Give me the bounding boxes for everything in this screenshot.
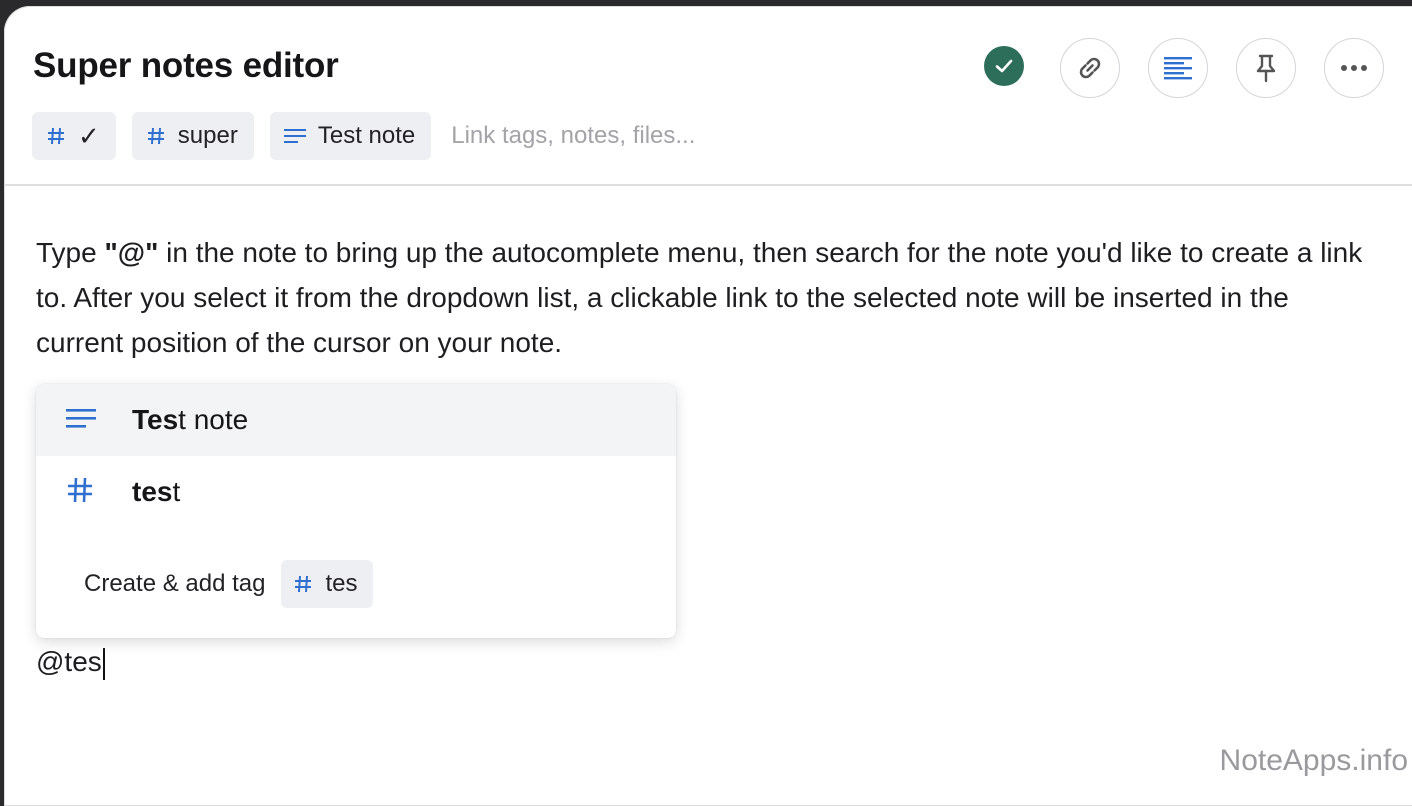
- tag-chip-check[interactable]: ✓: [32, 112, 116, 160]
- autocomplete-menu: Test note test Create & add tag tes: [36, 384, 676, 638]
- more-icon: [1341, 65, 1367, 71]
- align-left-icon: [1164, 57, 1192, 80]
- body-text-bold: "@": [104, 237, 159, 268]
- editor-window: Super notes editor ✓ super Test note Lin…: [4, 6, 1412, 806]
- check-circle-icon: [984, 46, 1024, 86]
- autocomplete-item-tag-test[interactable]: test: [36, 456, 676, 528]
- chip-label: super: [177, 122, 238, 149]
- note-body[interactable]: Type "@" in the note to bring up the aut…: [36, 230, 1376, 365]
- typed-line[interactable]: @tes: [36, 642, 105, 682]
- watermark: NoteApps.info: [1219, 744, 1408, 777]
- new-tag-chip[interactable]: tes: [281, 560, 374, 608]
- autocomplete-item-label: Test note: [132, 404, 249, 435]
- more-button[interactable]: [1324, 38, 1384, 98]
- note-icon: [66, 406, 96, 435]
- text-cursor: [102, 647, 105, 680]
- format-button[interactable]: [1148, 38, 1208, 98]
- page-title: Super notes editor: [33, 46, 339, 85]
- note-icon: [283, 127, 306, 145]
- hash-icon: [293, 574, 313, 594]
- typed-text: @tes: [36, 646, 102, 677]
- body-text-rest: in the note to bring up the autocomplete…: [36, 237, 1363, 358]
- pin-button[interactable]: [1236, 38, 1296, 98]
- link-button[interactable]: [1060, 38, 1120, 98]
- header-divider: [4, 184, 1412, 186]
- chip-label: Test note: [317, 122, 416, 149]
- pin-icon: [1256, 54, 1276, 83]
- hash-icon: [146, 126, 166, 146]
- new-tag-label: tes: [325, 570, 358, 597]
- link-icon: [1079, 57, 1101, 79]
- note-chip-test-note[interactable]: Test note: [269, 112, 432, 160]
- body-text-start: Type: [36, 237, 105, 268]
- hash-icon: [46, 126, 66, 146]
- chip-label: ✓: [78, 120, 100, 151]
- create-tag-row[interactable]: Create & add tag tes: [84, 560, 374, 608]
- create-tag-label: Create & add tag: [84, 570, 266, 597]
- autocomplete-item-label: test: [132, 476, 181, 507]
- linked-items: ✓ super Test note: [32, 112, 792, 160]
- hash-icon: [66, 476, 94, 509]
- autocomplete-item-test-note[interactable]: Test note: [36, 384, 676, 456]
- tag-chip-super[interactable]: super: [131, 112, 254, 160]
- link-search-input[interactable]: [451, 122, 792, 150]
